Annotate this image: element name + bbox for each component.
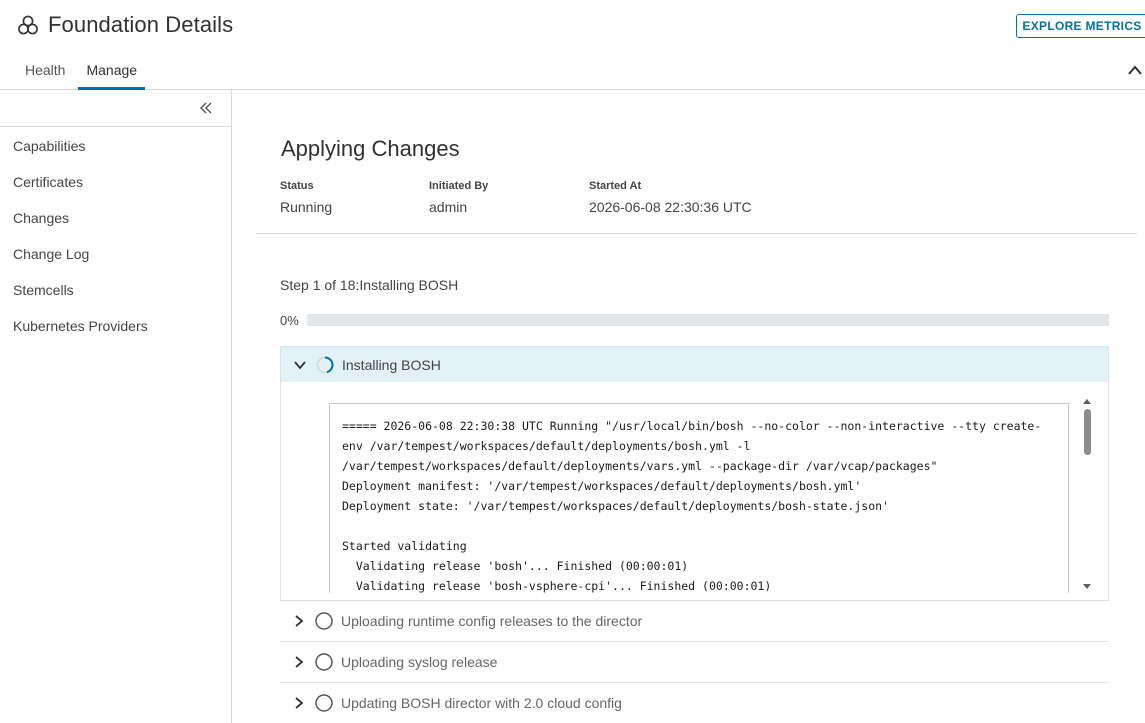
status-value: Running xyxy=(280,199,333,215)
spinner-icon xyxy=(315,355,335,375)
tab-manage[interactable]: Manage xyxy=(78,52,146,90)
sidebar-toolbar xyxy=(0,90,231,127)
tab-bar: Health Manage xyxy=(0,52,155,90)
double-chevron-left-icon[interactable] xyxy=(198,100,214,116)
step-label: Installing BOSH xyxy=(342,356,441,373)
sidebar-item-kubernetes-providers[interactable]: Kubernetes Providers xyxy=(0,317,231,353)
chevron-right-icon[interactable] xyxy=(292,696,306,710)
title-row: Foundation Details xyxy=(16,12,233,38)
sidebar-item-capabilities[interactable]: Capabilities xyxy=(0,137,231,173)
step-label: Uploading runtime config releases to the… xyxy=(341,613,643,629)
step-log-panel: ===== 2026-06-08 22:30:38 UTC Running "/… xyxy=(280,382,1109,601)
tab-health[interactable]: Health xyxy=(25,52,65,90)
sidebar-item-changes[interactable]: Changes xyxy=(0,209,231,245)
pending-circle-icon xyxy=(314,611,334,631)
step-updating-cloud-config[interactable]: Updating BOSH director with 2.0 cloud co… xyxy=(280,683,1109,723)
log-output[interactable]: ===== 2026-06-08 22:30:38 UTC Running "/… xyxy=(329,403,1069,593)
sidebar-item-change-log[interactable]: Change Log xyxy=(0,245,231,281)
page-header: Foundation Details EXPLORE METRICS Healt… xyxy=(0,0,1145,90)
log-line: Validating release 'bosh'... Finished (0… xyxy=(342,559,689,573)
scroll-down-icon[interactable] xyxy=(1082,578,1092,589)
log-scrollbar[interactable] xyxy=(1081,394,1093,589)
step-uploading-runtime-config[interactable]: Uploading runtime config releases to the… xyxy=(280,601,1109,642)
foundation-icon xyxy=(16,13,40,37)
scroll-up-icon[interactable] xyxy=(1082,394,1092,404)
sidebar: Capabilities Certificates Changes Change… xyxy=(0,90,232,723)
explore-metrics-button[interactable]: EXPLORE METRICS xyxy=(1016,14,1145,38)
log-line: ===== 2026-06-08 22:30:38 UTC Running "/… xyxy=(342,419,1042,433)
page-title: Foundation Details xyxy=(48,12,234,37)
log-line: Deployment manifest: '/var/tempest/works… xyxy=(342,479,862,493)
log-line: Started validating xyxy=(342,539,467,553)
log-line: /var/tempest/workspaces/default/deployme… xyxy=(342,459,938,473)
step-installing-bosh[interactable]: Installing BOSH xyxy=(280,346,1109,382)
step-label: Updating BOSH director with 2.0 cloud co… xyxy=(341,695,622,711)
pending-circle-icon xyxy=(314,652,334,672)
steps-accordion: Installing BOSH ===== 2026-06-08 22:30:3… xyxy=(280,346,1109,723)
chevron-right-icon[interactable] xyxy=(292,614,306,628)
progress-percent: 0% xyxy=(280,313,299,328)
sidebar-nav: Capabilities Certificates Changes Change… xyxy=(0,127,231,353)
status-label: Status xyxy=(280,180,314,192)
sidebar-item-stemcells[interactable]: Stemcells xyxy=(0,281,231,317)
initiated-by-label: Initiated By xyxy=(429,180,489,192)
divider xyxy=(256,233,1137,234)
sidebar-item-certificates[interactable]: Certificates xyxy=(0,173,231,209)
chevron-up-icon[interactable] xyxy=(1127,62,1143,78)
pending-circle-icon xyxy=(314,693,334,713)
log-line: Deployment state: '/var/tempest/workspac… xyxy=(342,499,889,513)
started-at-value: 2026-06-08 22:30:36 UTC xyxy=(589,199,752,215)
progress-bar xyxy=(307,314,1109,326)
log-line: env /var/tempest/workspaces/default/depl… xyxy=(342,439,751,453)
initiated-by-value: admin xyxy=(429,199,468,215)
step-uploading-syslog[interactable]: Uploading syslog release xyxy=(280,642,1109,683)
started-at-label: Started At xyxy=(589,180,642,192)
chevron-right-icon[interactable] xyxy=(292,655,306,669)
section-title: Applying Changes xyxy=(281,136,460,161)
chevron-down-icon[interactable] xyxy=(293,358,307,372)
step-counter: Step 1 of 18:Installing BOSH xyxy=(280,277,459,293)
scroll-thumb[interactable] xyxy=(1084,409,1091,455)
main-content: Applying Changes Status Running Initiate… xyxy=(232,90,1145,723)
step-label: Uploading syslog release xyxy=(341,654,498,670)
log-line: Validating release 'bosh-vsphere-cpi'...… xyxy=(342,579,772,593)
